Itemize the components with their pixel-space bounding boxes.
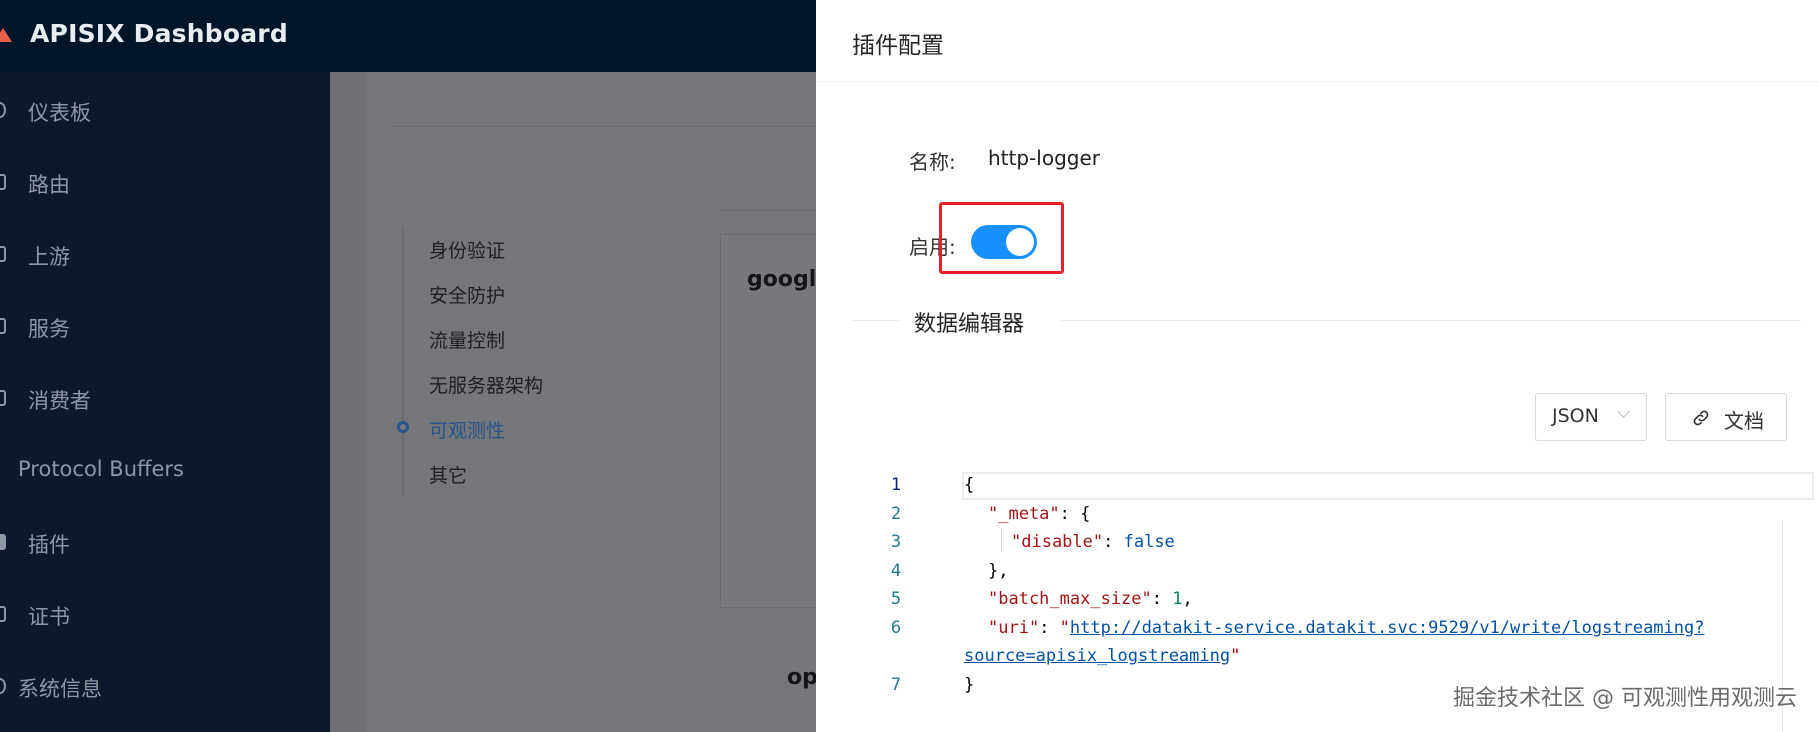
- upstream-icon: [0, 246, 6, 262]
- line-number: 6: [890, 618, 902, 638]
- sidebar: 仪表板 路由 上游 服务 消费者 Protocol Buffers 插件 证书 …: [0, 72, 330, 732]
- category-link[interactable]: 安全防护: [429, 281, 505, 308]
- sidebar-item-label: 插件: [28, 533, 70, 557]
- sidebar-item-label: 服务: [28, 317, 70, 341]
- uri-link[interactable]: http://datakit-service.datakit.svc:9529/…: [1070, 618, 1705, 638]
- line-number: 3: [890, 532, 902, 552]
- code-line: "_meta": {: [988, 504, 1091, 524]
- category-link[interactable]: 流量控制: [429, 326, 505, 353]
- data-editor-heading: 数据编辑器: [914, 312, 1025, 337]
- divider: [388, 126, 816, 127]
- category-link[interactable]: 其它: [429, 461, 467, 488]
- line-number: 7: [890, 675, 902, 695]
- plugin-config-drawer: 插件配置 名称: http-logger 启用: 数据编辑器 JSON 文档 1…: [816, 0, 1819, 732]
- app-title[interactable]: APISIX Dashboard: [30, 19, 288, 48]
- uri-link[interactable]: source=apisix_logstreaming: [964, 646, 1230, 666]
- sidebar-item-label: 仪表板: [28, 101, 91, 125]
- line-number: 1: [890, 475, 902, 495]
- code-line: "uri": "http://datakit-service.datakit.s…: [988, 618, 1705, 638]
- line-number: 4: [890, 561, 902, 581]
- docs-button-label: 文档: [1724, 409, 1764, 433]
- sidebar-item-label: 上游: [28, 245, 70, 269]
- sidebar-item-label: 路由: [28, 173, 70, 197]
- sidebar-item-plugin[interactable]: 插件: [0, 522, 330, 562]
- sidebar-item-service[interactable]: 服务: [0, 306, 330, 346]
- docs-button[interactable]: 文档: [1665, 393, 1787, 441]
- section-divider: [1061, 320, 1801, 321]
- sidebar-item-system-info[interactable]: 系统信息: [0, 666, 330, 706]
- sidebar-item-consumer[interactable]: 消费者: [0, 378, 330, 418]
- sidebar-item-upstream[interactable]: 上游: [0, 234, 330, 274]
- plugin-icon: [0, 534, 6, 550]
- apisix-logo-icon: [0, 28, 12, 42]
- code-line: {: [964, 475, 975, 495]
- line-number: 2: [890, 504, 902, 524]
- consumer-icon: [0, 390, 6, 406]
- service-icon: [0, 318, 6, 334]
- sidebar-item-label: Protocol Buffers: [18, 457, 184, 481]
- format-select-value: JSON: [1552, 405, 1599, 427]
- drawer-header: 插件配置: [816, 0, 1819, 82]
- code-line: },: [988, 561, 1009, 581]
- sidebar-item-certificate[interactable]: 证书: [0, 594, 330, 634]
- format-select[interactable]: JSON: [1535, 393, 1647, 441]
- sidebar-item-label: 证书: [28, 605, 70, 629]
- drawer-title: 插件配置: [852, 33, 944, 59]
- divider: [720, 210, 816, 211]
- code-line: "batch_max_size": 1,: [988, 589, 1193, 609]
- active-anchor-dot: [397, 421, 409, 433]
- info-icon: [0, 678, 6, 694]
- name-label: 名称:: [909, 150, 956, 174]
- plugin-name-value: http-logger: [988, 146, 1100, 170]
- route-icon: [0, 174, 6, 190]
- sidebar-item-label: 消费者: [28, 389, 91, 413]
- plugin-card-title: op: [787, 665, 818, 690]
- annotation-highlight-box: [939, 202, 1064, 274]
- top-header: APISIX Dashboard: [0, 0, 816, 72]
- current-line-highlight: [962, 472, 1814, 500]
- dashboard-icon: [0, 102, 6, 118]
- code-line: }: [964, 675, 975, 695]
- watermark-text: 掘金技术社区 @ 可观测性用观测云: [1453, 686, 1797, 711]
- sidebar-item-route[interactable]: 路由: [0, 162, 330, 202]
- link-icon: [1693, 410, 1709, 426]
- category-link[interactable]: 无服务器架构: [429, 371, 543, 398]
- certificate-icon: [0, 606, 6, 622]
- code-line: source=apisix_logstreaming": [964, 646, 1241, 666]
- category-link-active[interactable]: 可观测性: [429, 416, 505, 443]
- line-number: 5: [890, 589, 902, 609]
- chevron-down-icon: [1617, 405, 1630, 418]
- indent-guide: [1001, 528, 1002, 552]
- sidebar-item-protocol-buffers[interactable]: Protocol Buffers: [0, 450, 330, 490]
- category-link[interactable]: 身份验证: [429, 236, 505, 263]
- code-line: "disable": false: [1011, 532, 1175, 552]
- sidebar-item-dashboard[interactable]: 仪表板: [0, 90, 330, 130]
- section-divider: [852, 320, 902, 321]
- sidebar-item-label: 系统信息: [18, 677, 102, 701]
- category-anchor-bar: [402, 226, 404, 496]
